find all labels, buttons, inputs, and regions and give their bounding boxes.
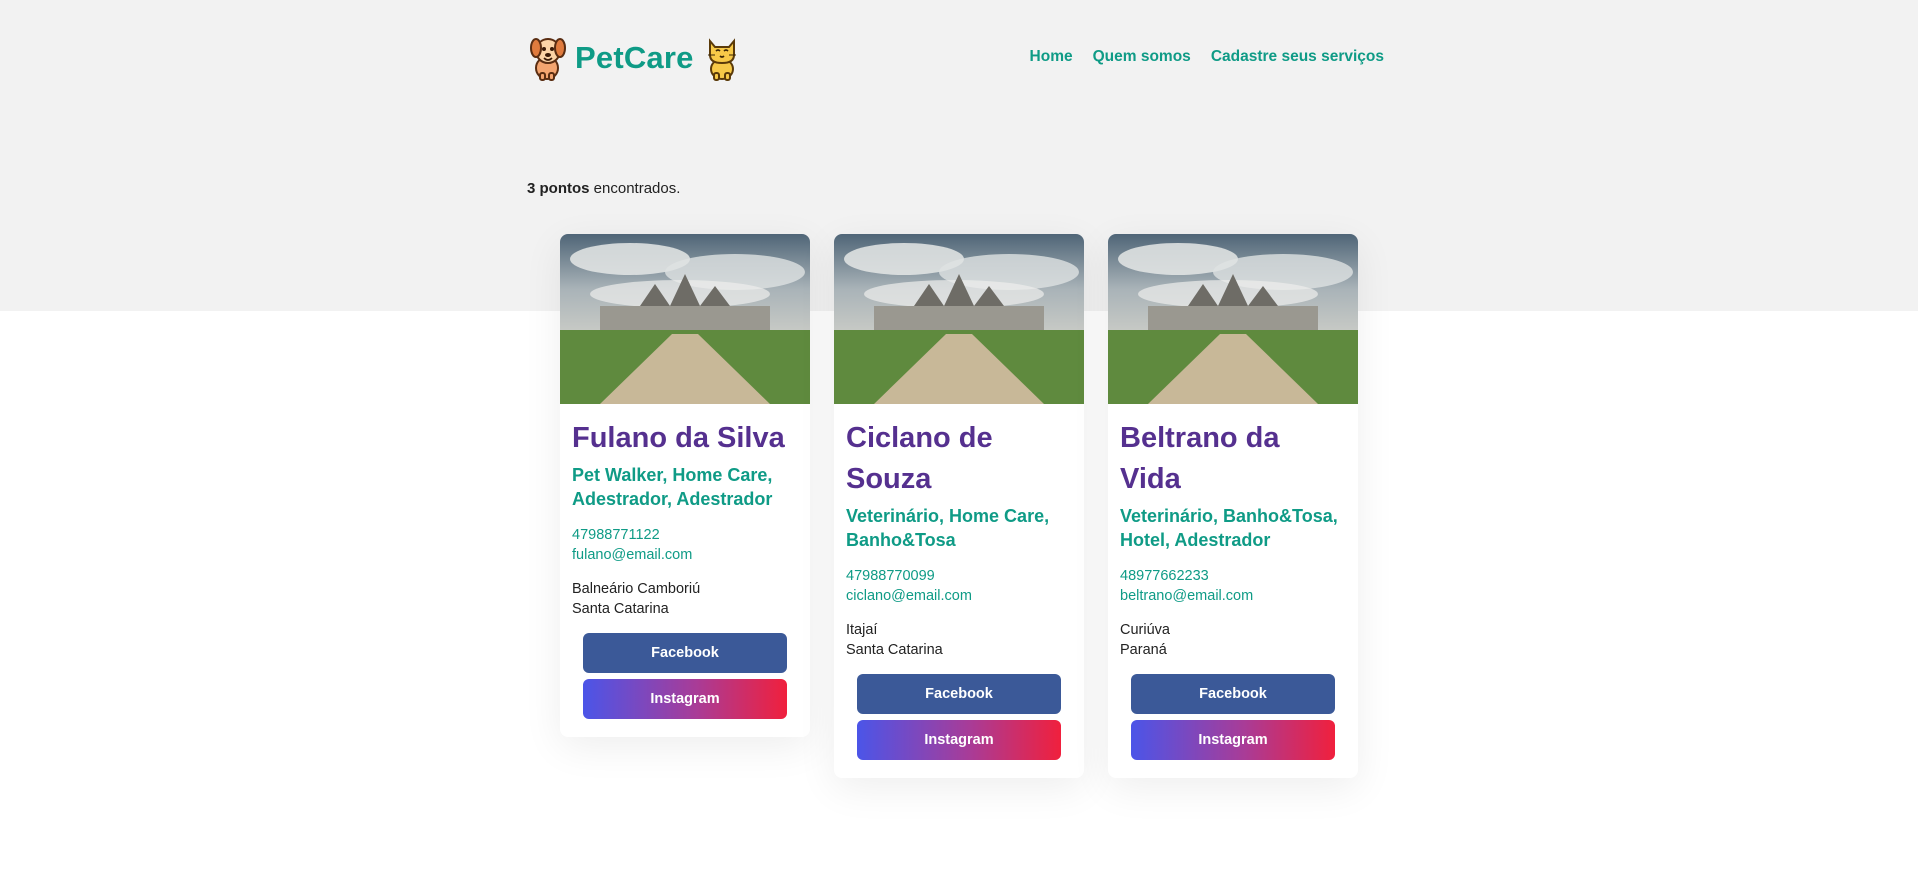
results-count: 3 pontos encontrados. [527,180,680,197]
provider-card: Fulano da Silva Pet Walker, Home Care, A… [560,234,810,737]
nav-about[interactable]: Quem somos [1093,48,1191,66]
logo[interactable]: PetCare [527,32,742,84]
provider-phone[interactable]: 47988770099 [846,566,1072,586]
provider-services: Veterinário, Home Care, Banho&Tosa [846,506,1050,550]
provider-name: Fulano da Silva [572,422,785,454]
provider-city: Itajaí [846,622,878,638]
provider-email[interactable]: ciclano@email.com [846,586,1072,606]
cat-icon [707,38,736,81]
provider-photo [1108,234,1358,404]
provider-phone[interactable]: 47988771122 [572,525,798,545]
instagram-button[interactable]: Instagram [857,720,1061,760]
provider-state: Santa Catarina [846,642,943,658]
nav-home[interactable]: Home [1030,48,1073,66]
provider-services: Pet Walker, Home Care, Adestrador, Adest… [572,465,773,509]
results-count-suffix: encontrados. [589,180,681,197]
nav-register-services[interactable]: Cadastre seus serviços [1211,48,1384,66]
results-count-number: 3 pontos [527,180,590,197]
main-nav: Home Quem somos Cadastre seus serviços [1030,48,1384,66]
instagram-button[interactable]: Instagram [583,679,787,719]
provider-card: Ciclano de Souza Veterinário, Home Care,… [834,234,1084,778]
provider-email[interactable]: fulano@email.com [572,545,798,565]
facebook-button[interactable]: Facebook [857,674,1061,714]
provider-photo [560,234,810,404]
provider-state: Santa Catarina [572,601,669,617]
provider-phone[interactable]: 48977662233 [1120,566,1346,586]
provider-name: Beltrano da Vida [1120,422,1280,495]
provider-city: Balneário Camboriú [572,581,701,597]
brand-name: PetCare [575,40,694,75]
header: PetCare Home Quem somos Cadastre seus se… [527,32,1384,84]
provider-photo [834,234,1084,404]
provider-name: Ciclano de Souza [846,422,993,495]
facebook-button[interactable]: Facebook [583,633,787,673]
provider-card: Beltrano da Vida Veterinário, Banho&Tosa… [1108,234,1358,778]
provider-services: Veterinário, Banho&Tosa, Hotel, Adestrad… [1120,506,1338,550]
provider-city: Curiúva [1120,622,1170,638]
instagram-button[interactable]: Instagram [1131,720,1335,760]
provider-cards: Fulano da Silva Pet Walker, Home Care, A… [560,234,1358,778]
dog-icon [530,38,566,81]
provider-email[interactable]: beltrano@email.com [1120,586,1346,606]
facebook-button[interactable]: Facebook [1131,674,1335,714]
provider-state: Paraná [1120,642,1167,658]
